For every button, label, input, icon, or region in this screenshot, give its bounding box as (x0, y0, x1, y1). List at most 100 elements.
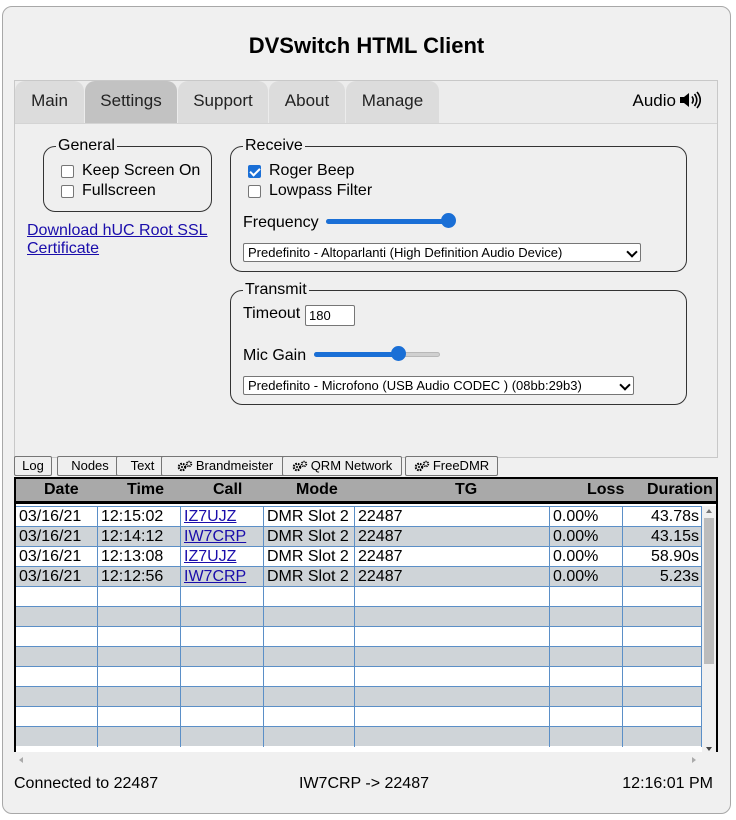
column-date[interactable]: Date (44, 479, 79, 501)
cell-call: IZ7UJZ (181, 507, 264, 527)
cell-call (181, 727, 264, 747)
scrollbar-thumb[interactable] (704, 518, 714, 664)
input-device-select[interactable]: Predefinito - Microfono (USB Audio CODEC… (243, 376, 634, 395)
mic-gain-slider[interactable] (314, 346, 440, 362)
cell-loss (550, 607, 623, 627)
cell-date: 03/16/21 (16, 547, 98, 567)
cell-tg (355, 727, 550, 747)
cell-loss (550, 707, 623, 727)
column-loss[interactable]: Loss (587, 479, 624, 501)
frequency-slider[interactable] (326, 213, 456, 229)
cell-duration (623, 707, 702, 727)
roger-beep-option[interactable]: Roger Beep (248, 162, 354, 180)
timeout-input[interactable]: 180 (305, 305, 355, 326)
cell-tg (355, 647, 550, 667)
cell-mode: DMR Slot 2 (264, 527, 355, 547)
horizontal-scrollbar[interactable] (14, 752, 718, 768)
cell-call: IW7CRP (181, 567, 264, 587)
roger-beep-checkbox[interactable] (248, 164, 261, 178)
cell-mode (264, 587, 355, 607)
table-row: 03/16/21 12:15:02 IZ7UJZ DMR Slot 2 22487 0.0… (16, 506, 702, 527)
cell-duration (623, 587, 702, 607)
callsign-link[interactable]: IZ7UJZ (184, 548, 236, 565)
clock: 12:16:01 PM (622, 775, 713, 792)
cell-tg (355, 587, 550, 607)
gears-icon (414, 458, 433, 473)
cell-call (181, 627, 264, 647)
cell-mode (264, 667, 355, 687)
table-row (16, 626, 702, 647)
brandmeister-button[interactable]: Brandmeister (161, 456, 289, 476)
cell-loss: 0.00% (550, 527, 623, 547)
roger-beep-label: Roger Beep (269, 162, 355, 179)
cell-time (98, 587, 181, 607)
column-duration[interactable]: Duration (647, 479, 713, 501)
cell-loss (550, 667, 623, 687)
cell-call: IZ7UJZ (181, 547, 264, 567)
column-mode[interactable]: Mode (296, 479, 338, 501)
lowpass-filter-label: Lowpass Filter (269, 182, 373, 199)
callsign-link[interactable]: IZ7UJZ (184, 508, 236, 525)
cell-time: 12:15:02 (98, 507, 181, 527)
cell-duration (623, 627, 702, 647)
tab-main[interactable]: Main (15, 81, 84, 123)
keep-screen-on-checkbox[interactable] (61, 164, 74, 178)
cell-tg: 22487 (355, 527, 550, 547)
cell-date: 03/16/21 (16, 527, 98, 547)
connection-status: Connected to 22487 (14, 775, 159, 792)
cell-date (16, 627, 98, 647)
cell-loss (550, 627, 623, 647)
cell-call (181, 687, 264, 707)
cell-time (98, 727, 181, 747)
cell-time: 12:12:56 (98, 567, 181, 587)
download-certificate-link[interactable]: Download hUC Root SSL Certificate (27, 222, 227, 258)
output-device-select[interactable]: Predefinito - Altoparlanti (High Definit… (243, 243, 641, 262)
fullscreen-option[interactable]: Fullscreen (61, 182, 156, 200)
qrm-network-button[interactable]: QRM Network (282, 456, 402, 476)
vertical-scrollbar[interactable] (702, 506, 716, 752)
cell-date: 03/16/21 (16, 507, 98, 527)
column-time[interactable]: Time (127, 479, 164, 501)
lowpass-filter-checkbox[interactable] (248, 184, 261, 198)
cell-loss: 0.00% (550, 507, 623, 527)
table-row (16, 706, 702, 727)
table-row (16, 726, 702, 747)
cell-mode: DMR Slot 2 (264, 547, 355, 567)
cell-date (16, 647, 98, 667)
cell-time: 12:13:08 (98, 547, 181, 567)
callsign-link[interactable]: IW7CRP (184, 568, 246, 585)
audio-toggle[interactable]: Audio (633, 81, 702, 123)
freedmr-button[interactable]: FreeDMR (405, 456, 498, 476)
cell-duration: 58.90s (623, 547, 702, 567)
cell-time (98, 607, 181, 627)
cell-mode (264, 607, 355, 627)
tab-manage[interactable]: Manage (346, 81, 439, 123)
tab-about[interactable]: About (269, 81, 345, 123)
table-header: Date Time Call Mode TG Loss Duration (16, 479, 716, 504)
keep-screen-on-label: Keep Screen On (82, 162, 201, 179)
cell-loss (550, 647, 623, 667)
log-button[interactable]: Log (14, 456, 52, 476)
column-call[interactable]: Call (213, 479, 242, 501)
cell-duration (623, 647, 702, 667)
cell-time: 12:14:12 (98, 527, 181, 547)
cell-mode (264, 727, 355, 747)
cell-loss (550, 687, 623, 707)
cell-tg (355, 687, 550, 707)
fullscreen-checkbox[interactable] (61, 184, 74, 198)
callsign-link[interactable]: IW7CRP (184, 528, 246, 545)
cell-time (98, 627, 181, 647)
cell-duration (623, 667, 702, 687)
cell-loss (550, 587, 623, 607)
keep-screen-on-option[interactable]: Keep Screen On (61, 162, 200, 180)
cell-mode (264, 687, 355, 707)
tab-support[interactable]: Support (178, 81, 268, 123)
table-row (16, 666, 702, 687)
column-tg[interactable]: TG (455, 479, 477, 501)
tab-settings[interactable]: Settings (85, 81, 177, 123)
cell-mode (264, 647, 355, 667)
cell-duration (623, 687, 702, 707)
lowpass-filter-option[interactable]: Lowpass Filter (248, 182, 372, 200)
table-row (16, 646, 702, 667)
nodes-button[interactable]: Nodes (57, 456, 123, 476)
